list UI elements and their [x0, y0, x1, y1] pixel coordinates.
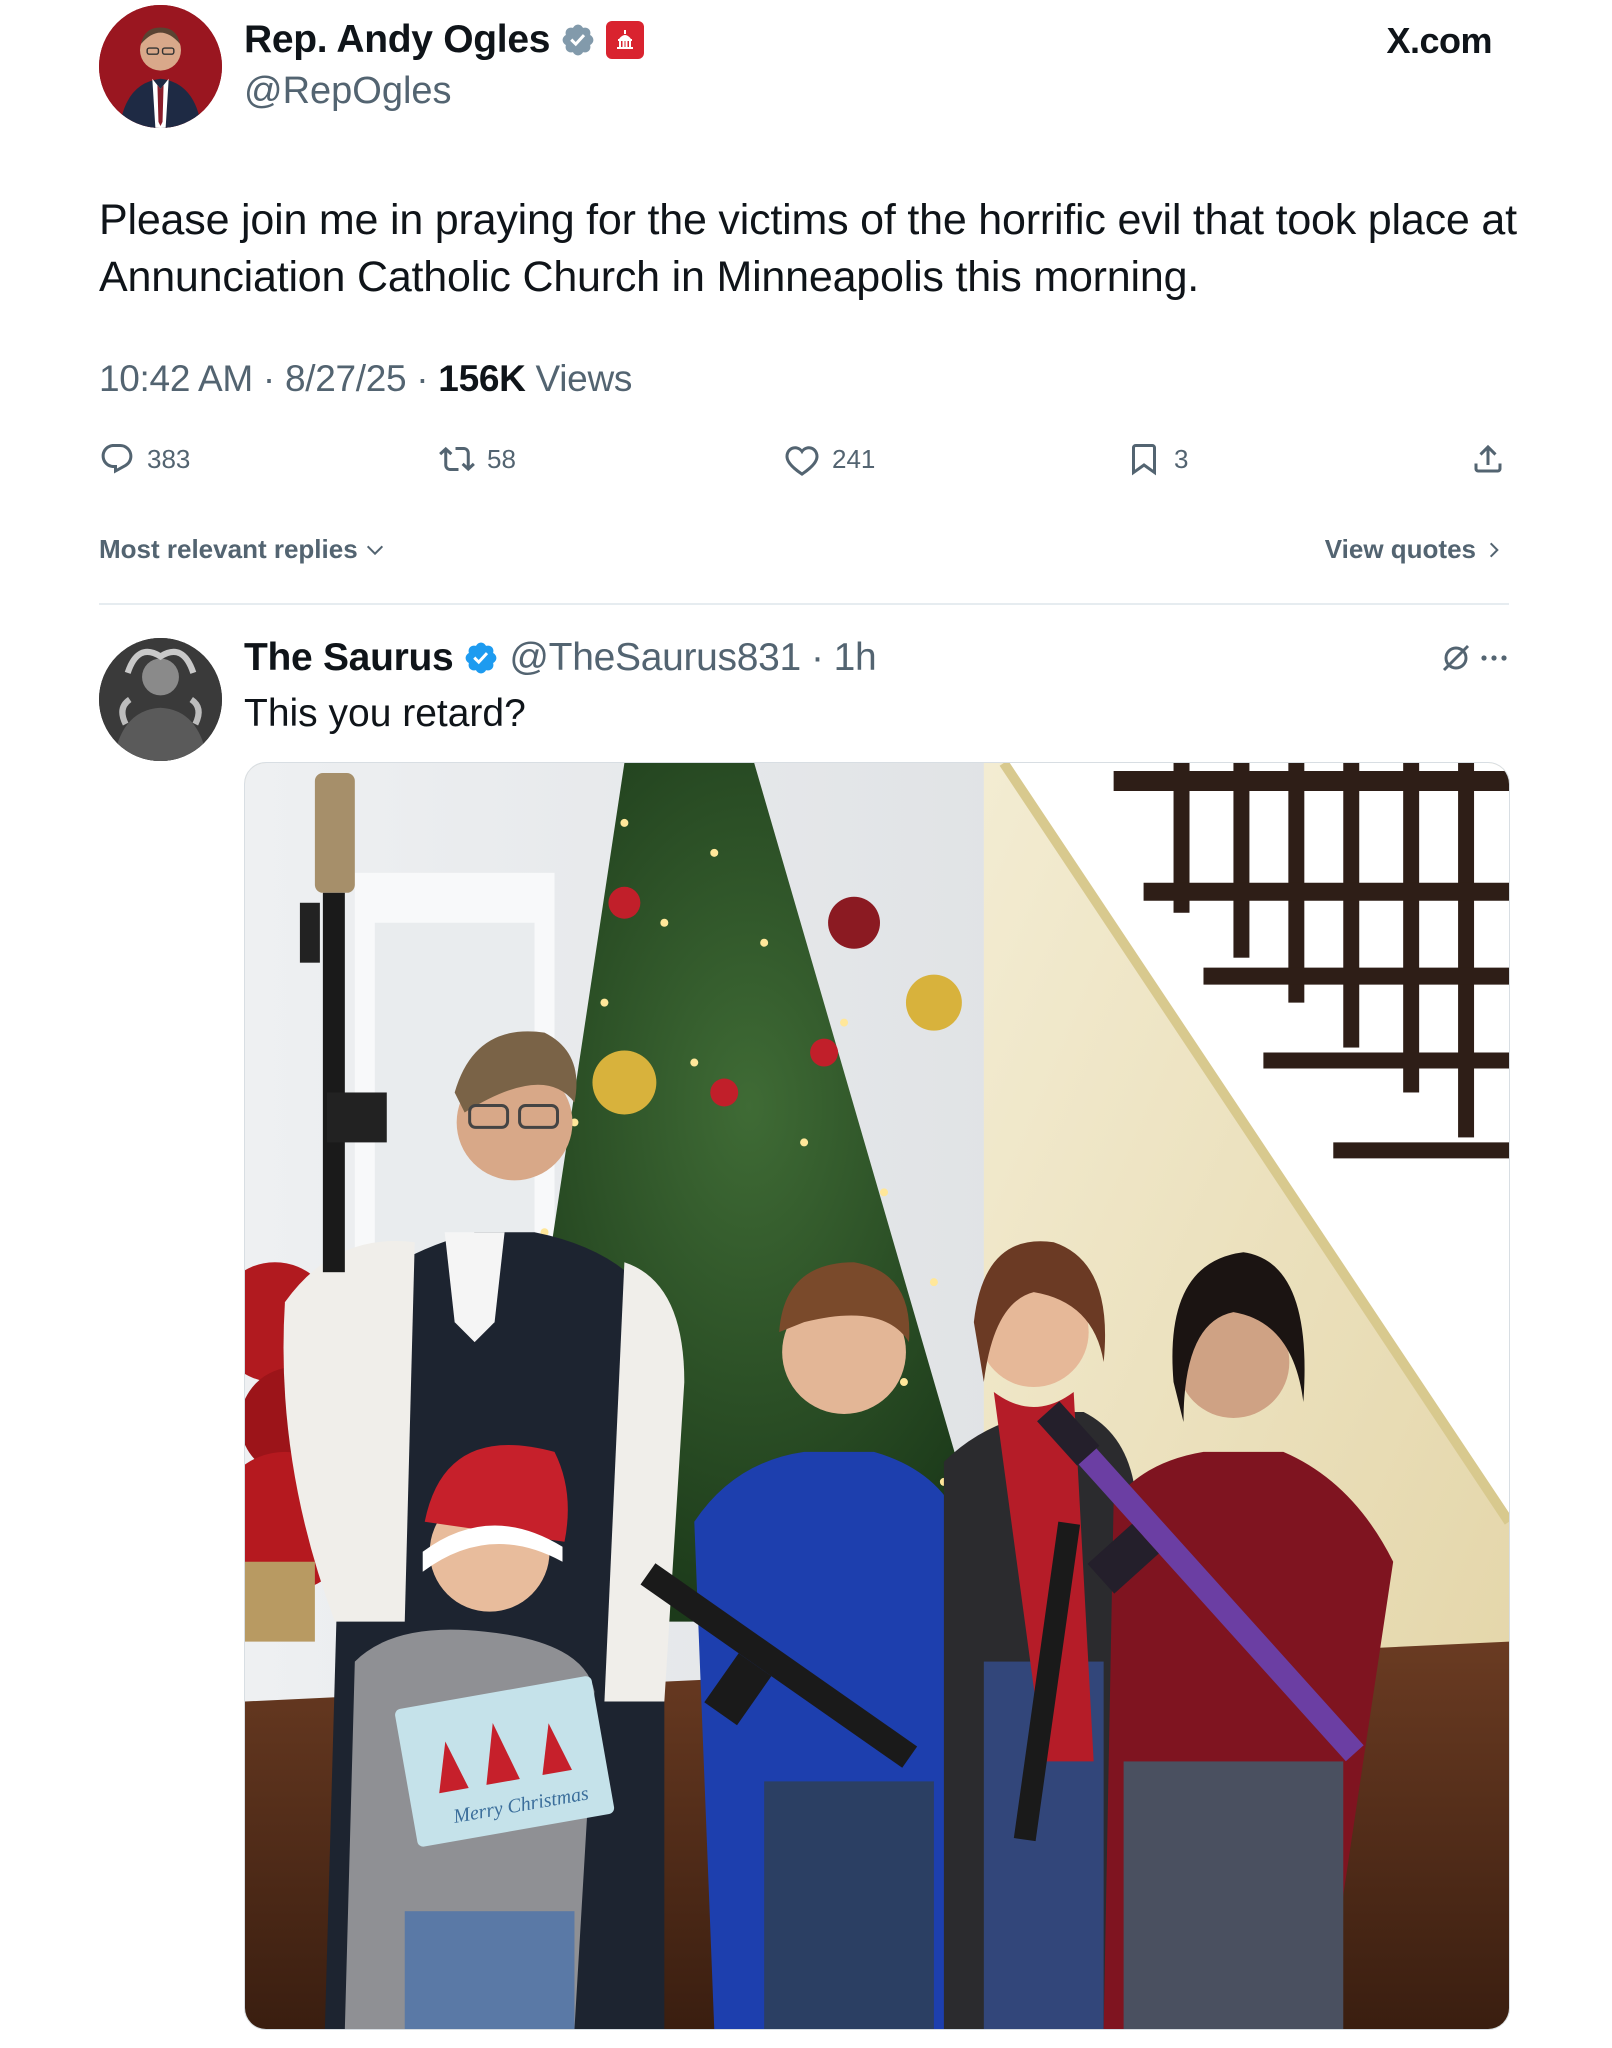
author-handle[interactable]: @RepOgles: [244, 70, 452, 113]
author-name[interactable]: Rep. Andy Ogles: [244, 18, 550, 62]
author-name-row: Rep. Andy Ogles: [244, 18, 645, 62]
repost-button[interactable]: 58: [439, 438, 516, 480]
tweet-metadata: 10:42 AM · 8/27/25 · 156K Views: [99, 358, 632, 400]
reply-photo[interactable]: Merry Christmas: [244, 762, 1510, 2030]
author-avatar[interactable]: [99, 5, 222, 128]
chevron-right-icon: [1489, 542, 1499, 557]
reply-header: The Saurus @TheSaurus831 · 1h: [244, 636, 877, 680]
reply-author-handle[interactable]: @TheSaurus831: [509, 636, 801, 680]
family-christmas-photo: Merry Christmas: [245, 763, 1509, 2029]
capitol-building-badge-icon: [606, 21, 645, 59]
view-quotes-label: View quotes: [1324, 534, 1476, 564]
replies-sort-dropdown[interactable]: Most relevant replies: [99, 534, 386, 565]
like-button[interactable]: 241: [784, 438, 875, 480]
meta-separator: ·: [262, 358, 275, 399]
grok-icon[interactable]: [1440, 642, 1472, 674]
views-label: Views: [535, 358, 633, 399]
blue-verified-badge-icon: [466, 642, 497, 674]
reply-author-avatar[interactable]: [99, 638, 222, 761]
reply-count: 383: [147, 443, 191, 474]
chevron-down-icon: [366, 545, 383, 555]
heart-icon: [785, 446, 819, 476]
tweet-page: Rep. Andy Ogles @RepOgles X.com Please j…: [0, 0, 1612, 2048]
repost-count: 58: [487, 443, 516, 474]
like-count: 241: [832, 443, 876, 474]
divider: [99, 603, 1509, 605]
views-count[interactable]: 156K: [438, 358, 526, 399]
reply-button[interactable]: 383: [99, 438, 190, 480]
tweet-time[interactable]: 10:42 AM: [99, 358, 253, 399]
repost-icon: [439, 446, 475, 472]
reply-author-name[interactable]: The Saurus: [244, 636, 454, 680]
share-icon: [1474, 444, 1502, 473]
reply-text: This you retard?: [244, 692, 526, 735]
more-options-icon[interactable]: [1480, 650, 1508, 666]
reply-separator: ·: [810, 636, 824, 679]
bookmark-icon: [1132, 444, 1156, 476]
replies-sort-label: Most relevant replies: [99, 534, 358, 564]
tweet-text: Please join me in praying for the victim…: [99, 196, 1517, 301]
meta-separator: ·: [416, 358, 429, 399]
grey-verified-badge-icon: [562, 24, 594, 56]
bookmark-count: 3: [1174, 443, 1189, 474]
reply-time[interactable]: 1h: [834, 636, 877, 680]
view-quotes-link[interactable]: View quotes: [1325, 534, 1504, 565]
bookmark-button[interactable]: 3: [1126, 438, 1188, 480]
brand-logo-text: X.com: [1386, 20, 1492, 61]
share-button[interactable]: [1470, 438, 1506, 480]
tweet-date[interactable]: 8/27/25: [285, 358, 407, 399]
reply-bubble-icon: [101, 444, 133, 474]
